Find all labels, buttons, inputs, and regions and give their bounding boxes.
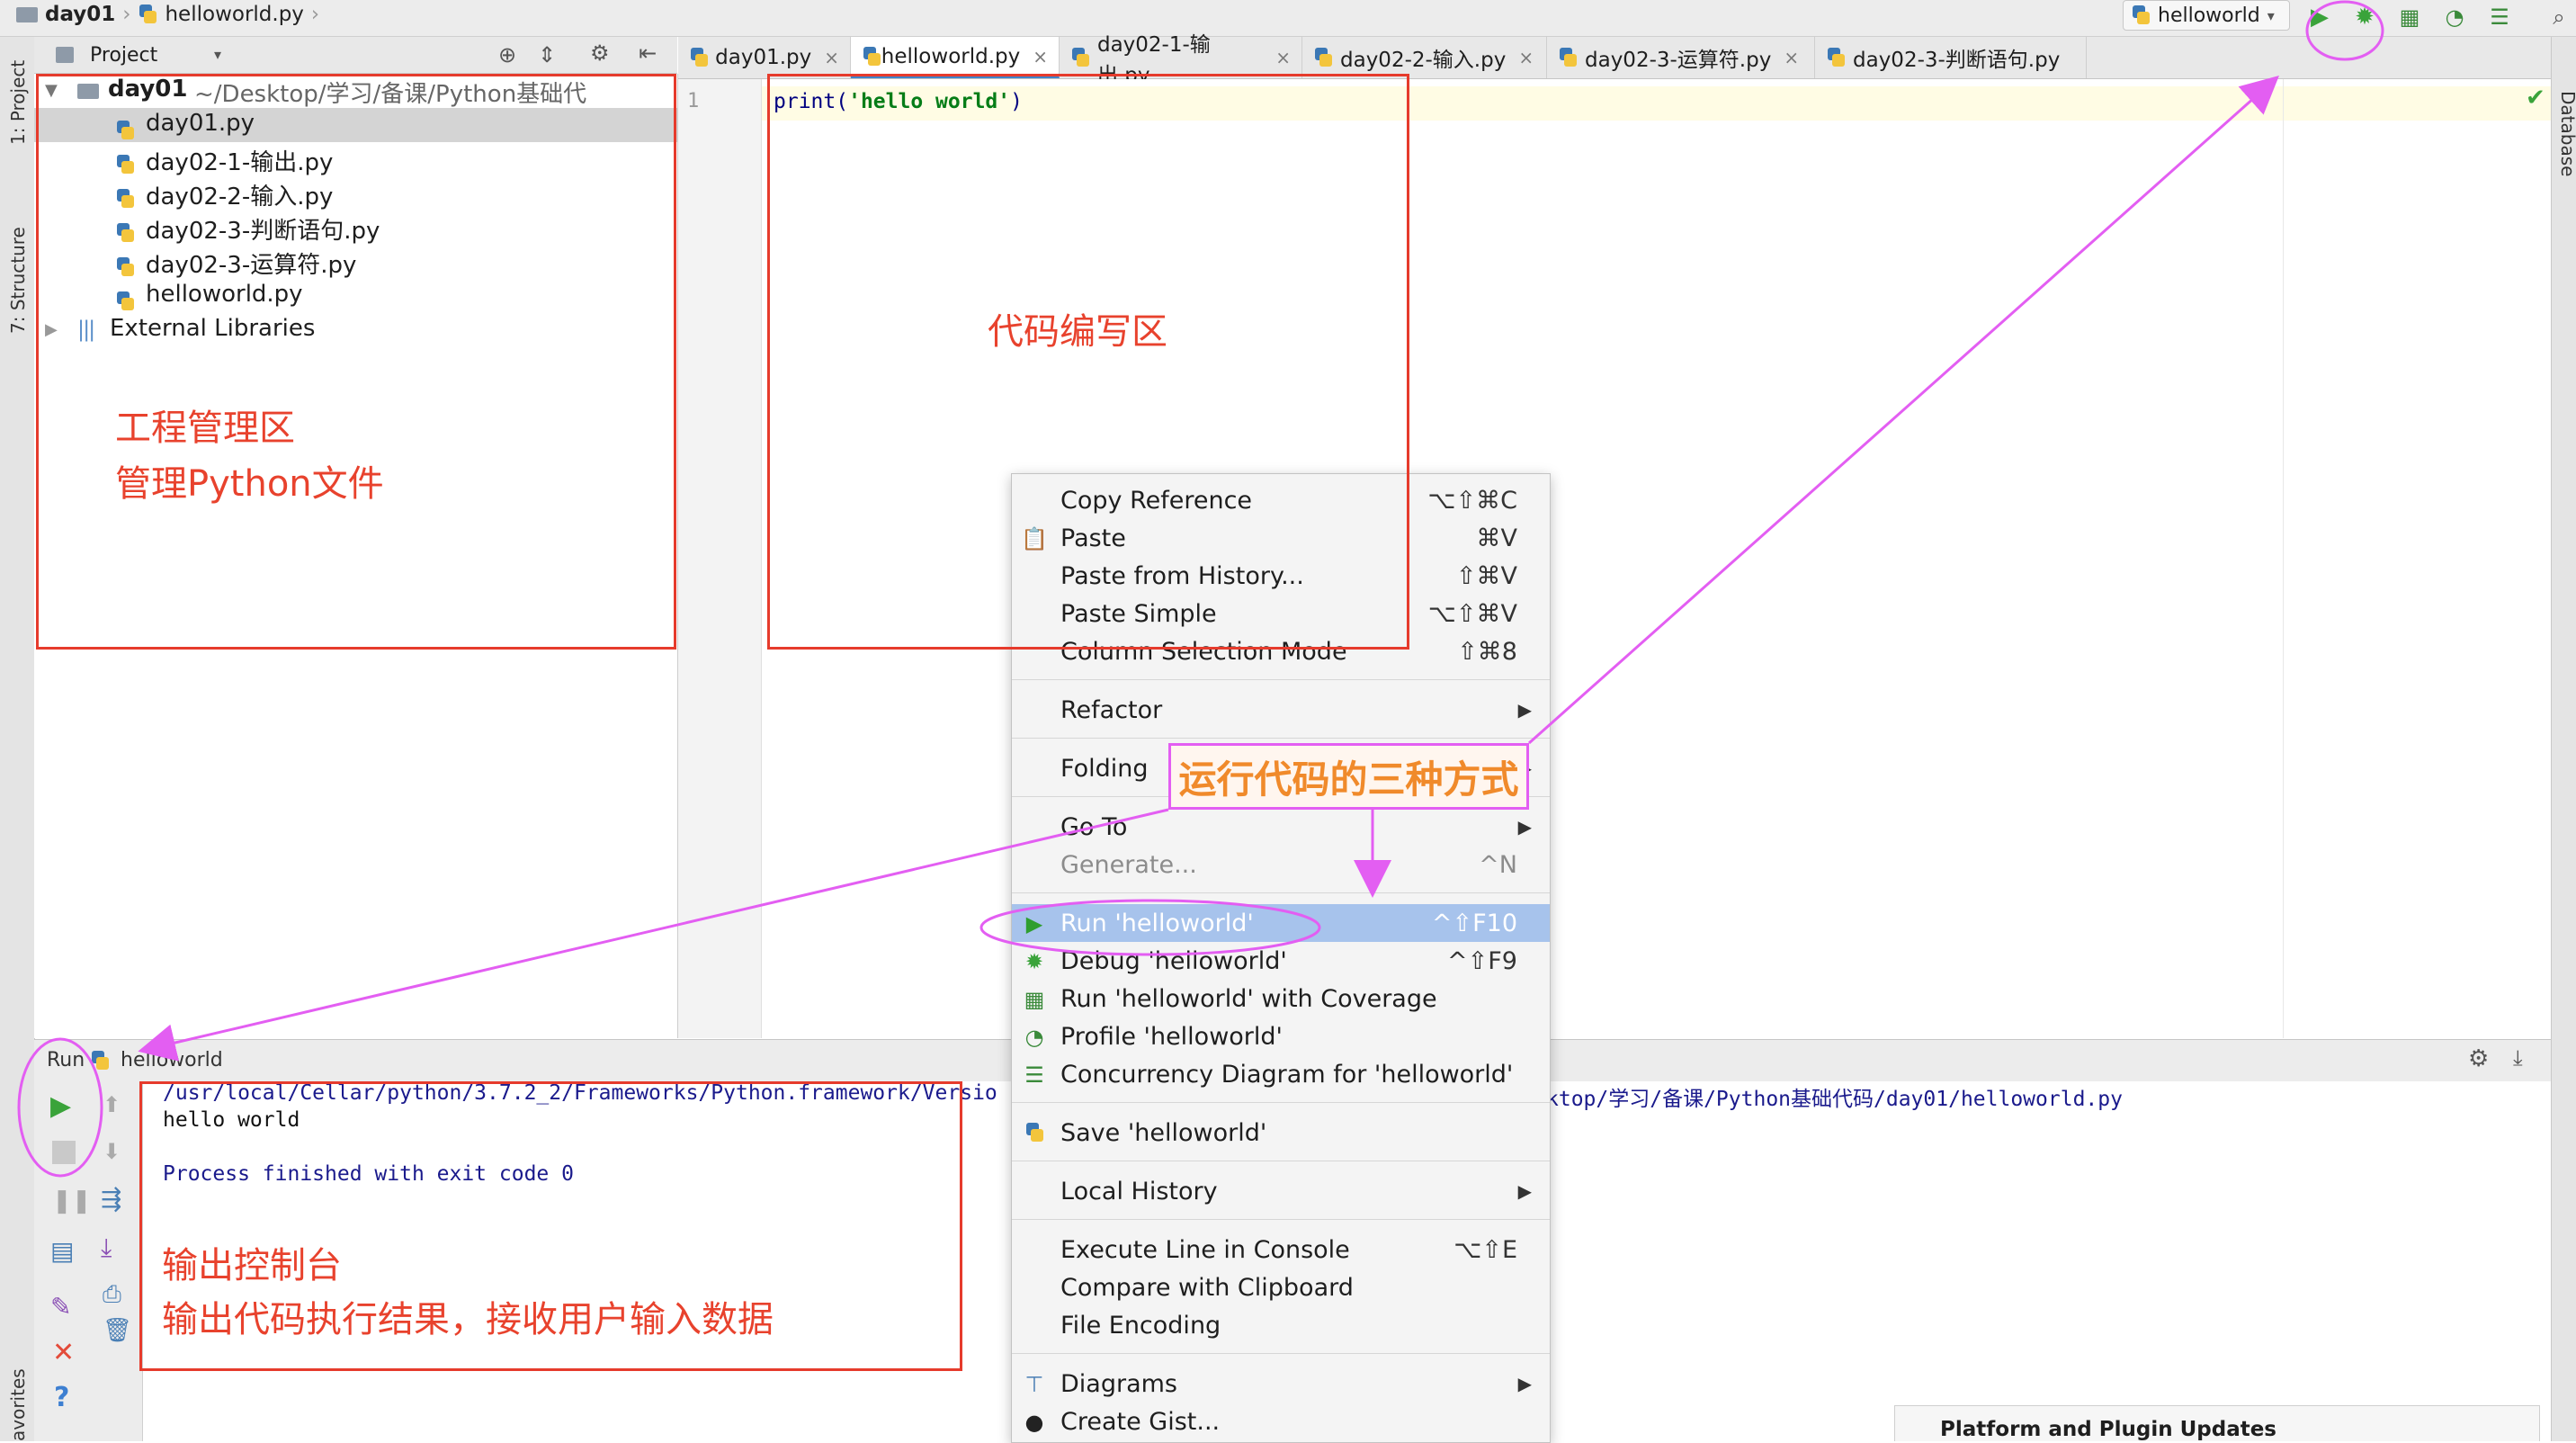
arrow-to-panel-run [138, 808, 1169, 1062]
toolbar-run-highlight-ellipse [2305, 0, 2384, 61]
arrow-to-toolbar-run [1528, 76, 2279, 745]
annotation-arrows [17, 0, 2384, 1178]
panel-run-highlight-ellipse [17, 1037, 103, 1178]
menu-run-highlight-ellipse [979, 899, 1321, 956]
